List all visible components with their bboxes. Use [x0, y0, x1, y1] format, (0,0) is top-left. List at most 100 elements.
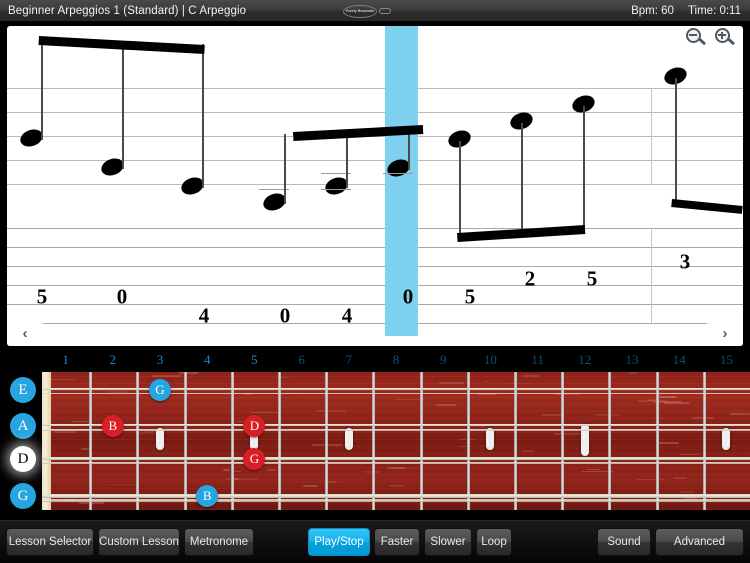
fret-marker-d-f5[interactable]: D: [243, 415, 266, 437]
note-stem: [408, 131, 410, 170]
score-canvas: 5 0 4 0 4 0 5 2 5 3: [7, 26, 743, 346]
fret-number-7: 7: [345, 352, 353, 367]
wood-grain: [521, 450, 534, 452]
fret-marker-g-f5[interactable]: G: [243, 448, 266, 470]
time-readout: Time: 0:11: [687, 5, 741, 17]
wood-grain: [672, 477, 688, 479]
string-3-course: [42, 462, 750, 465]
fret-number-15: 15: [719, 352, 733, 367]
barline: [651, 228, 652, 323]
note-stem: [122, 42, 124, 169]
staff-line: [7, 112, 743, 113]
wood-grain: [679, 453, 700, 456]
note-stem: [284, 134, 286, 204]
wood-grain: [108, 483, 140, 486]
wood-grain: [49, 378, 76, 381]
barline: [651, 88, 652, 184]
zoom-in-icon[interactable]: [715, 28, 737, 50]
wood-grain: [233, 470, 241, 473]
fret-number-row: 1 2 3 4 5 6 7 8 9 10 11 12 13 14 15: [0, 352, 750, 372]
lesson-selector-button[interactable]: Lesson Selector: [6, 528, 94, 556]
tab-number: 2: [524, 266, 536, 291]
brand-name: Purely Bouzouki: [345, 9, 375, 13]
staff-line: [7, 184, 743, 185]
fretboard[interactable]: GBDGB: [42, 372, 750, 510]
wood-grain: [506, 382, 531, 385]
zoom-out-icon[interactable]: [686, 28, 708, 50]
tab-number: 3: [679, 249, 691, 274]
tab-line: [7, 228, 743, 229]
tab-number: 0: [402, 284, 414, 309]
string-1-course: [42, 393, 750, 395]
string-4-course: [42, 499, 750, 502]
wood-grain: [628, 372, 639, 374]
beam: [671, 199, 743, 214]
fret-number-9: 9: [439, 352, 447, 367]
string-3: [42, 457, 750, 460]
fret-number-5: 5: [251, 352, 258, 367]
custom-lesson-button[interactable]: Custom Lesson: [98, 528, 180, 556]
fret-number-12: 12: [578, 352, 592, 367]
string-4: [42, 494, 750, 498]
fret-number-1: 1: [62, 352, 69, 367]
tab-number: 0: [116, 284, 128, 309]
wood-grain: [521, 375, 539, 377]
note-stem: [346, 132, 348, 188]
play-stop-button[interactable]: Play/Stop: [308, 528, 370, 556]
wood-grain: [483, 380, 490, 383]
fret-marker-b-f2[interactable]: B: [101, 415, 124, 437]
fret-inlay-7: [344, 428, 353, 450]
fret-marker-b-f4[interactable]: B: [196, 485, 219, 507]
prev-measure-button[interactable]: ‹: [7, 320, 43, 346]
brand-pill-icon: [379, 8, 391, 14]
wood-grain: [222, 469, 231, 472]
tab-number: 5: [464, 284, 476, 309]
tab-number: 0: [279, 303, 291, 328]
fret-marker-g-f3[interactable]: G: [149, 379, 171, 401]
note-stem: [675, 78, 677, 203]
fret-number-14: 14: [672, 352, 686, 367]
note-stem: [41, 40, 43, 140]
string-label-E[interactable]: E: [10, 377, 36, 403]
tab-line: [7, 323, 743, 324]
wood-grain: [729, 413, 750, 415]
lesson-title: Beginner Arpeggios 1 (Standard) | C Arpe…: [8, 4, 247, 17]
next-measure-button[interactable]: ›: [707, 320, 743, 346]
staff-line: [7, 88, 743, 89]
slower-button[interactable]: Slower: [424, 528, 472, 556]
app-window: Beginner Arpeggios 1 (Standard) | C Arpe…: [0, 0, 750, 563]
loop-button[interactable]: Loop: [476, 528, 512, 556]
wood-grain: [438, 382, 464, 384]
tab-number: 5: [36, 284, 48, 309]
wood-grain: [316, 410, 346, 413]
wood-grain: [54, 430, 77, 433]
string-label-G[interactable]: G: [10, 483, 36, 509]
wood-grain: [302, 485, 318, 487]
fretboard-section: 1 2 3 4 5 6 7 8 9 10 11 12 13 14 15 GBDGB EADG: [0, 350, 750, 520]
wood-grain: [663, 402, 690, 404]
score-panel[interactable]: 5 0 4 0 4 0 5 2 5 3 ‹ ›: [7, 26, 743, 346]
wood-grain: [646, 399, 656, 401]
string-label-D[interactable]: D: [10, 446, 36, 472]
wood-grain: [178, 372, 198, 375]
string-label-A[interactable]: A: [10, 413, 36, 439]
advanced-button[interactable]: Advanced: [655, 528, 744, 556]
title-bar-status: Bpm: 60 Time: 0:11: [631, 0, 741, 22]
string-2-course: [42, 429, 750, 431]
wood-grain: [594, 414, 620, 416]
tab-line: [7, 266, 743, 267]
note-stem: [583, 106, 585, 231]
note-stem: [459, 141, 461, 238]
brand-oval-icon: Purely Bouzouki: [343, 4, 377, 18]
sound-button[interactable]: Sound: [597, 528, 651, 556]
note-stem: [521, 123, 523, 238]
wood-grain: [541, 414, 562, 416]
wood-grain: [266, 469, 276, 471]
fret-inlay-3: [156, 428, 164, 450]
metronome-button[interactable]: Metronome: [184, 528, 254, 556]
tab-line: [7, 247, 743, 248]
ledger-line: [383, 173, 413, 175]
fret-number-6: 6: [298, 352, 305, 367]
title-bar: Beginner Arpeggios 1 (Standard) | C Arpe…: [0, 0, 750, 22]
faster-button[interactable]: Faster: [374, 528, 420, 556]
